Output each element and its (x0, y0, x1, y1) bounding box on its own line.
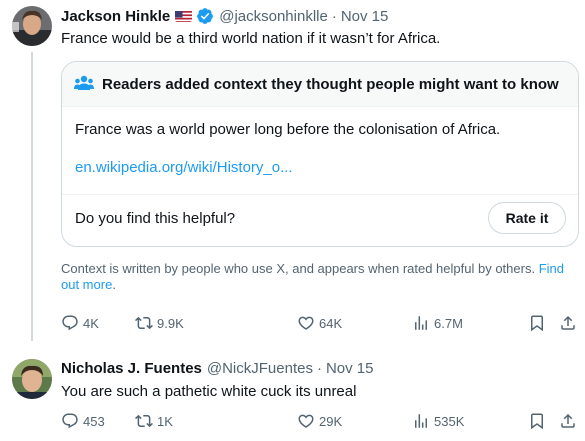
repost-button[interactable]: 1K (135, 412, 173, 430)
views-count: 6.7M (434, 315, 463, 331)
avatar-jackson-hinkle[interactable] (12, 6, 52, 46)
author-name[interactable]: Jackson Hinkle (61, 8, 170, 25)
author-name[interactable]: Nicholas J. Fuentes (61, 360, 202, 377)
repost-count: 1K (157, 413, 173, 429)
like-count: 29K (319, 413, 343, 429)
repost-count: 9.9K (157, 315, 184, 331)
disclaimer-text: Context is written by people who use X, … (61, 261, 536, 276)
tweet-timestamp[interactable]: Nov 15 (326, 360, 374, 377)
views-icon (415, 414, 427, 428)
community-note-source-link[interactable]: en.wikipedia.org/wiki/History_o... (75, 159, 293, 176)
bookmark-button[interactable] (528, 314, 550, 332)
tweet-actions: 453 1K 29K 535K (61, 412, 581, 434)
reply-button[interactable]: 4K (61, 314, 99, 332)
like-button[interactable]: 64K (297, 314, 342, 332)
community-note-body: France was a world power long before the… (75, 121, 501, 138)
verified-badge-icon[interactable] (196, 7, 214, 25)
views-button[interactable]: 535K (412, 412, 464, 430)
disclaimer-period: . (112, 277, 116, 292)
reply-icon (62, 315, 78, 331)
author-handle[interactable]: @NickJFuentes (207, 360, 313, 377)
thread-line (31, 52, 33, 341)
tweet-header: Nicholas J. Fuentes @NickJFuentes · Nov … (61, 360, 374, 377)
share-button[interactable] (559, 412, 581, 430)
community-note-divider (62, 194, 578, 195)
reply-icon (62, 413, 78, 429)
tweet-timestamp[interactable]: Nov 15 (341, 8, 389, 25)
community-note-disclaimer: Context is written by people who use X, … (61, 261, 571, 293)
readers-icon (74, 75, 94, 91)
tweet-text: You are such a pathetic white cuck its u… (61, 383, 357, 400)
helpful-question: Do you find this helpful? (75, 210, 236, 227)
like-icon (298, 414, 314, 428)
reply-button[interactable]: 453 (61, 412, 105, 430)
separator-dot: · (331, 7, 337, 25)
views-count: 535K (434, 413, 465, 429)
separator-dot: · (316, 360, 322, 377)
community-note-title: Readers added context they thought peopl… (102, 76, 559, 93)
tweet-header: Jackson Hinkle @jacksonhinklle · Nov 15 (61, 7, 388, 25)
views-icon (415, 316, 427, 330)
repost-icon (135, 414, 153, 428)
community-note: Readers added context they thought peopl… (61, 61, 579, 247)
flag-us-icon (175, 10, 193, 22)
avatar-nicholas-fuentes[interactable] (12, 359, 52, 399)
share-icon (561, 413, 575, 428)
like-count: 64K (319, 315, 343, 331)
like-button[interactable]: 29K (297, 412, 342, 430)
reply-count: 4K (83, 315, 99, 331)
community-note-header[interactable]: Readers added context they thought peopl… (62, 62, 578, 107)
reply-count: 453 (83, 413, 105, 429)
share-button[interactable] (559, 314, 581, 332)
bookmark-icon (531, 413, 543, 430)
bookmark-button[interactable] (528, 412, 550, 430)
tweet-jackson-hinkle[interactable]: Jackson Hinkle @jacksonhinklle · Nov 15 … (0, 0, 585, 345)
tweet-text: France would be a third world nation if … (61, 30, 441, 47)
like-icon (298, 316, 314, 330)
bookmark-icon (531, 315, 543, 332)
views-button[interactable]: 6.7M (412, 314, 463, 332)
tweet-actions: 4K 9.9K 64K 6.7M (61, 314, 581, 336)
repost-button[interactable]: 9.9K (135, 314, 184, 332)
share-icon (561, 315, 575, 330)
tweet-nicholas-fuentes[interactable]: Nicholas J. Fuentes @NickJFuentes · Nov … (0, 345, 585, 441)
repost-icon (135, 316, 153, 330)
author-handle[interactable]: @jacksonhinklle (219, 8, 328, 25)
rate-it-button[interactable]: Rate it (488, 202, 566, 234)
